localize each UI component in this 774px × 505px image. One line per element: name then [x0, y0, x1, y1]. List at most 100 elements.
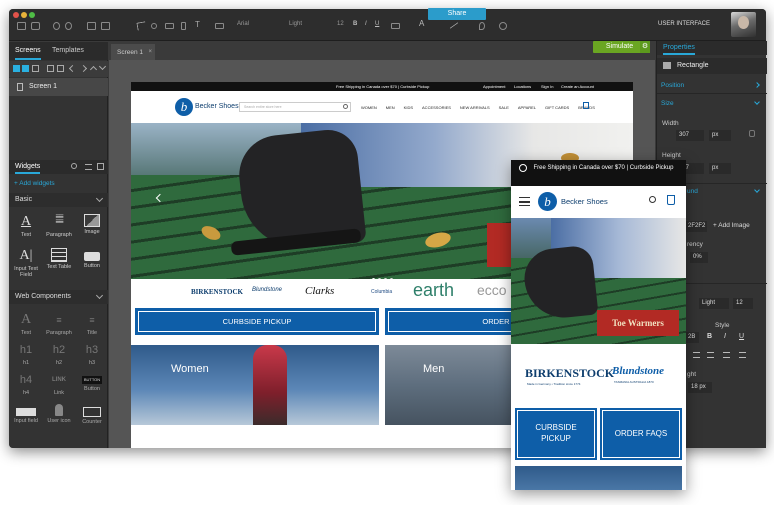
mobile-brand-blundstone[interactable]: Blundstone: [612, 365, 664, 377]
position-section[interactable]: Position: [657, 82, 767, 89]
add-image-link[interactable]: + Add Image: [713, 222, 750, 229]
width-input[interactable]: 307: [676, 130, 704, 141]
widget-grid-icon[interactable]: [97, 163, 104, 170]
lock-ratio-icon[interactable]: [749, 130, 755, 137]
tab-templates[interactable]: Templates: [52, 47, 84, 54]
section-web-components[interactable]: Web Components: [9, 290, 108, 304]
brand-name[interactable]: Becker Shoes: [195, 103, 239, 110]
mobile-search-icon[interactable]: [649, 196, 656, 203]
bold-icon[interactable]: B: [353, 21, 357, 27]
arrow-right-icon[interactable]: [79, 64, 88, 73]
brand-logo-icon[interactable]: b: [175, 98, 193, 116]
web-widget-user-icon[interactable]: User icon: [44, 404, 74, 424]
nav-new-arrivals[interactable]: NEW ARRIVALS: [460, 105, 490, 110]
nav-women[interactable]: WOMEN: [361, 105, 377, 110]
size-section[interactable]: Size: [657, 99, 767, 107]
widget-image[interactable]: Image: [77, 214, 107, 235]
widget-list-icon[interactable]: [85, 164, 92, 170]
simulate-settings-icon[interactable]: ⚙: [640, 41, 650, 53]
align-left-icon[interactable]: [693, 352, 700, 358]
nav-apparel[interactable]: APPAREL: [518, 105, 536, 110]
grid-view-icon[interactable]: [57, 65, 64, 72]
minimize-dot-icon[interactable]: [21, 12, 27, 18]
web-widget-button[interactable]: BUTTON Button: [77, 372, 107, 392]
line-color-icon[interactable]: [449, 22, 459, 29]
brand-clarks[interactable]: Clarks: [305, 285, 334, 297]
tab-screens[interactable]: Screens: [15, 47, 41, 60]
font-weight-select[interactable]: Light: [699, 298, 729, 309]
mobile-logo-icon[interactable]: b: [538, 192, 557, 211]
new-file-icon[interactable]: [17, 22, 26, 30]
eraser-icon[interactable]: [165, 23, 174, 29]
underline-icon[interactable]: U: [375, 21, 379, 27]
add-screen-icon[interactable]: [13, 65, 20, 72]
nav-accessories[interactable]: ACCESSORIES: [422, 105, 451, 110]
italic-icon[interactable]: I: [724, 333, 726, 340]
nav-men[interactable]: MEN: [386, 105, 395, 110]
close-tab-icon[interactable]: ×: [148, 49, 152, 55]
brand-earth[interactable]: earth: [413, 280, 454, 301]
web-widget-h3[interactable]: h3 h3: [77, 342, 107, 366]
hero-pagination-dots[interactable]: [372, 268, 393, 279]
widget-text[interactable]: A Text: [11, 214, 41, 238]
transparency-input[interactable]: 0%: [690, 252, 708, 263]
close-dot-icon[interactable]: [13, 12, 19, 18]
mobile-tile-women[interactable]: [515, 466, 682, 490]
curbside-pickup-button[interactable]: CURBSIDE PICKUP: [135, 308, 379, 335]
web-widget-link[interactable]: LINK Link: [44, 372, 74, 396]
duplicate-screen-icon[interactable]: [32, 65, 39, 72]
brand-blundstone[interactable]: Blundstone: [252, 287, 282, 293]
add-folder-icon[interactable]: [22, 65, 29, 72]
select-arrow-icon[interactable]: [136, 21, 147, 31]
arrow-down-icon[interactable]: [98, 62, 107, 71]
brush-icon[interactable]: [181, 22, 186, 30]
list-view-icon[interactable]: [47, 65, 54, 72]
topbar-link-locations[interactable]: Locations: [514, 82, 531, 91]
italic-icon[interactable]: I: [365, 21, 367, 27]
user-avatar[interactable]: [731, 12, 756, 37]
arrow-up-icon[interactable]: [89, 65, 98, 74]
copy-icon[interactable]: [87, 22, 96, 30]
brand-ecco[interactable]: ecco: [477, 282, 507, 298]
widget-text-table[interactable]: Text Table: [44, 248, 74, 270]
width-unit-select[interactable]: px: [709, 130, 731, 141]
screen-list-item[interactable]: Screen 1: [9, 78, 108, 96]
workspace-label[interactable]: USER INTERFACE: [658, 21, 710, 27]
mobile-cart-icon[interactable]: [667, 195, 675, 205]
align-justify-icon[interactable]: [739, 352, 746, 358]
topbar-link-sign-in[interactable]: Sign In: [541, 82, 553, 91]
font-color-input[interactable]: 2B: [685, 332, 699, 343]
cut-icon[interactable]: [151, 23, 157, 29]
mobile-brand-name[interactable]: Becker Shoes: [561, 197, 608, 206]
web-widget-title[interactable]: ≡ Title: [77, 312, 107, 336]
mobile-order-faqs-button[interactable]: ORDER FAQS: [600, 408, 682, 460]
redo-icon[interactable]: [65, 22, 72, 30]
mobile-hero-dots[interactable]: [585, 337, 606, 344]
brand-columbia[interactable]: Columbia: [371, 289, 392, 295]
nav-kids[interactable]: KIDS: [404, 105, 413, 110]
site-search-input[interactable]: Search entire store here: [239, 102, 351, 112]
mobile-hero[interactable]: Toe Warmers: [511, 218, 686, 344]
cart-icon[interactable]: [583, 102, 589, 109]
align-center-icon[interactable]: [707, 352, 714, 358]
underline-icon[interactable]: U: [739, 333, 744, 340]
add-widgets-link[interactable]: + Add widgets: [14, 180, 55, 187]
tile-women[interactable]: Women: [131, 345, 379, 425]
nav-sale[interactable]: SALE: [499, 105, 509, 110]
bold-icon[interactable]: B: [707, 333, 712, 340]
web-widget-counter[interactable]: Counter: [77, 404, 107, 425]
height-unit-select[interactable]: px: [709, 163, 731, 174]
font-weight-select[interactable]: Light: [289, 21, 333, 27]
simulate-button[interactable]: Simulate: [593, 41, 646, 53]
paste-icon[interactable]: [101, 22, 110, 30]
align-right-icon[interactable]: [723, 352, 730, 358]
open-folder-icon[interactable]: [31, 22, 40, 30]
opacity-icon[interactable]: [499, 22, 507, 30]
widget-search-icon[interactable]: [71, 163, 77, 169]
widget-input-text-field[interactable]: A| Input Text Field: [11, 248, 41, 278]
background-color-input[interactable]: 2F2F2: [685, 221, 707, 232]
web-widget-h4[interactable]: h4 h4: [11, 372, 41, 396]
font-size-select[interactable]: 12: [733, 298, 753, 309]
line-height-input[interactable]: 18 px: [688, 382, 712, 393]
canvas-tab-screen-1[interactable]: Screen 1 ×: [111, 44, 155, 60]
